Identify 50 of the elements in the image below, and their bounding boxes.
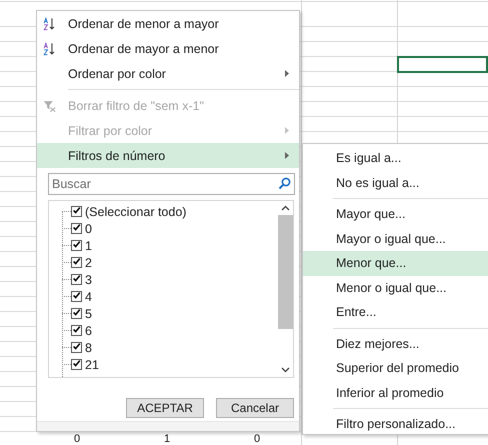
value-label: 4 [85,290,92,304]
checkbox[interactable] [71,206,82,217]
scroll-down-button[interactable] [280,367,290,373]
checkbox[interactable] [71,274,82,285]
submenu-item[interactable]: Diez mejores... [303,332,488,356]
submenu-arrow-icon [285,127,289,134]
cell-value: 1 [164,433,170,445]
submenu-item[interactable]: Inferior al promedio [303,380,488,405]
submenu-item[interactable]: Superior del promedio [303,356,488,380]
value-label: 0 [85,222,92,236]
value-label: 1 [85,238,92,252]
value-label: 6 [85,324,92,338]
submenu-arrow-icon [285,152,289,159]
cell-value: 0 [74,433,80,445]
scroll-up-button[interactable] [280,205,290,211]
value-label: 8 [85,340,92,354]
value-label: (Seleccionar todo) [85,204,186,218]
value-label: 5 [85,306,92,320]
search-field[interactable]: Buscar [48,173,295,195]
submenu-item[interactable]: Es igual a... [303,146,488,170]
sort-ascending-icon [43,16,56,32]
ok-button[interactable]: ACEPTAR [126,398,204,418]
menu-item[interactable]: Ordenar de mayor a menor [37,36,299,61]
checkbox[interactable] [71,291,82,302]
value-label: 2 [85,256,92,270]
submenu-item[interactable]: Mayor que... [303,202,488,226]
value-label: 3 [85,272,92,286]
cell-value: 0 [254,433,260,445]
submenu-item[interactable]: Menor que... [303,251,488,276]
checkbox[interactable] [71,257,82,268]
sort-descending-icon [43,40,56,56]
checkbox[interactable] [71,342,82,353]
submenu-arrow-icon [285,70,289,77]
menu-item[interactable]: Ordenar por color [37,61,299,86]
checkbox[interactable] [71,223,82,234]
value-label: 21 [85,358,99,372]
cancel-button[interactable]: Cancelar [216,398,294,418]
submenu-item[interactable]: Mayor o igual que... [303,226,488,251]
submenu-item[interactable]: No es igual a... [303,170,488,195]
checkbox[interactable] [71,308,82,319]
submenu-item[interactable]: Menor o igual que... [303,276,488,300]
checkbox[interactable] [71,359,82,370]
search-icon [278,177,291,190]
submenu-item[interactable]: Filtro personalizado... [303,412,488,436]
scrollbar-thumb[interactable] [278,215,292,329]
submenu-item[interactable]: Entre... [303,300,488,324]
menu-item[interactable]: Ordenar de menor a mayor [37,11,299,36]
checkbox[interactable] [71,325,82,336]
checkbox[interactable] [71,240,82,251]
menu-item[interactable]: Filtros de número [37,143,299,168]
